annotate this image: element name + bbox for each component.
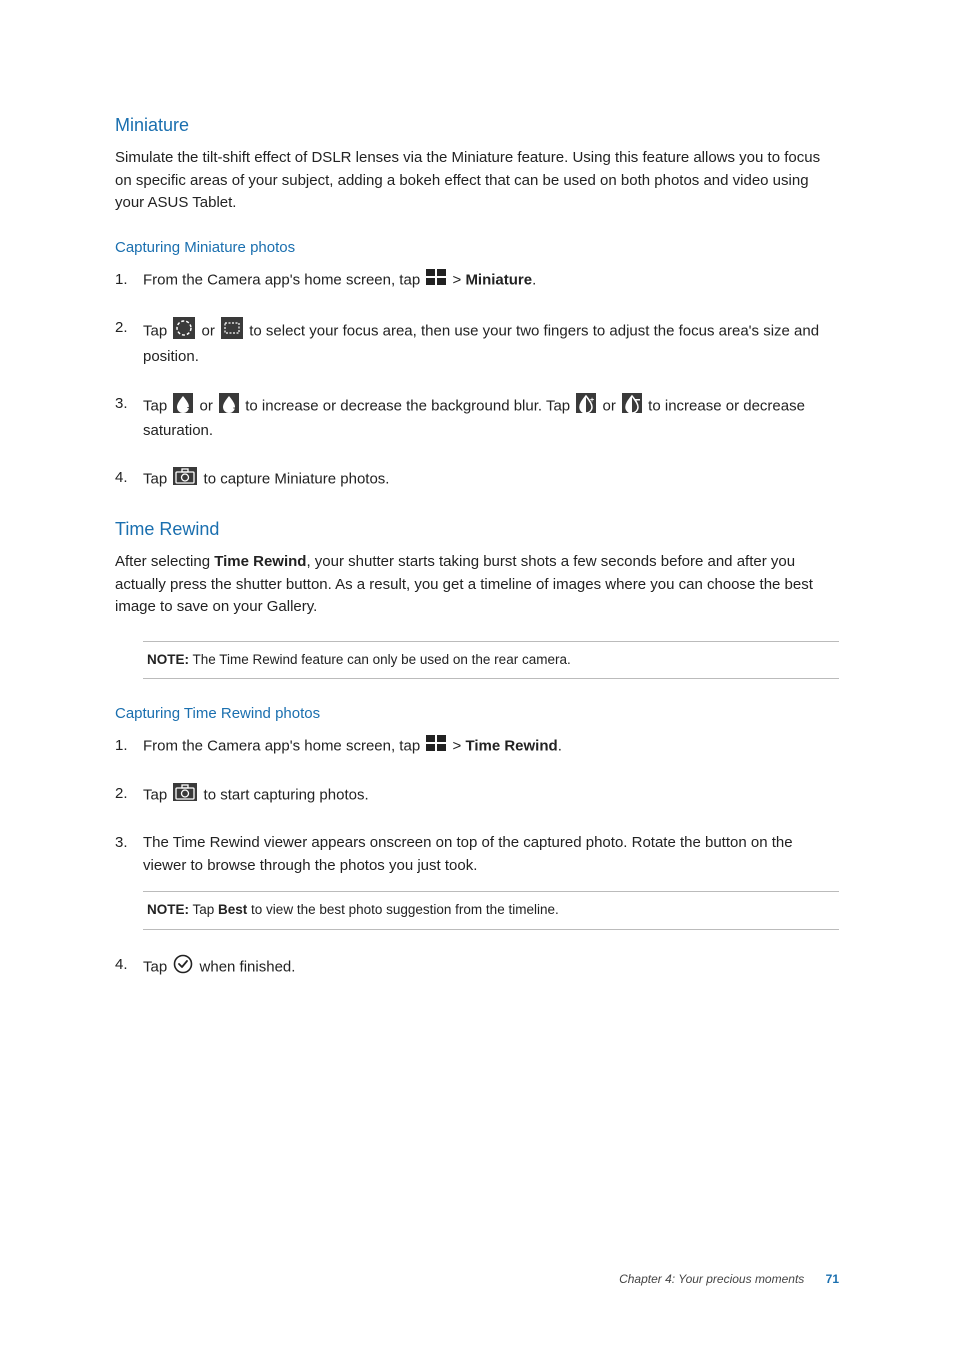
note-text: Tap bbox=[189, 902, 218, 917]
blur-increase-icon: + bbox=[173, 393, 193, 421]
text: Tap bbox=[143, 470, 171, 487]
subheading-miniature-capture: Capturing Miniature photos bbox=[115, 237, 839, 260]
page-footer: Chapter 4: Your precious moments 71 bbox=[619, 1270, 839, 1288]
miniature-step-1: From the Camera app's home screen, tap >… bbox=[115, 269, 839, 293]
text: or bbox=[197, 322, 219, 339]
camera-capture-icon bbox=[173, 783, 197, 809]
focus-circle-icon bbox=[173, 317, 195, 347]
text: or bbox=[195, 397, 217, 414]
heading-miniature: Miniature bbox=[115, 112, 839, 139]
steps-miniature: From the Camera app's home screen, tap >… bbox=[115, 269, 839, 492]
text-bold: Time Rewind bbox=[214, 553, 306, 570]
text: or bbox=[598, 397, 620, 414]
text: Tap bbox=[143, 322, 171, 339]
footer-chapter: Chapter 4: Your precious moments bbox=[619, 1272, 804, 1286]
note-label: NOTE: bbox=[147, 652, 189, 667]
note-rear-camera: NOTE: The Time Rewind feature can only b… bbox=[143, 641, 839, 679]
text: > bbox=[448, 738, 465, 755]
text: Tap bbox=[143, 786, 171, 803]
saturation-increase-icon: + bbox=[576, 393, 596, 421]
svg-text:+: + bbox=[187, 403, 192, 412]
note-text: to view the best photo suggestion from t… bbox=[247, 902, 558, 917]
blur-decrease-icon: - bbox=[219, 393, 239, 421]
subheading-timerewind-capture: Capturing Time Rewind photos bbox=[115, 703, 839, 726]
done-check-icon bbox=[173, 954, 193, 982]
grid-mode-icon bbox=[426, 269, 446, 293]
steps-timerewind: From the Camera app's home screen, tap >… bbox=[115, 735, 839, 981]
text: to start capturing photos. bbox=[199, 786, 368, 803]
text-bold: Miniature bbox=[465, 272, 532, 289]
text: . bbox=[558, 738, 562, 755]
svg-text:+: + bbox=[590, 397, 594, 404]
text-bold: Time Rewind bbox=[465, 738, 557, 755]
timerewind-step-1: From the Camera app's home screen, tap >… bbox=[115, 735, 839, 759]
text: Tap bbox=[143, 958, 171, 975]
text: to select your focus area, then use your… bbox=[143, 322, 819, 365]
miniature-step-2: Tap or to select your focus area, then u… bbox=[115, 317, 839, 369]
text: From the Camera app's home screen, tap bbox=[143, 738, 424, 755]
miniature-step-3: Tap + or - to increase or decrease the b… bbox=[115, 393, 839, 443]
text: The Time Rewind viewer appears onscreen … bbox=[143, 834, 793, 874]
timerewind-step-4: Tap when finished. bbox=[115, 954, 839, 982]
grid-mode-icon bbox=[426, 735, 446, 759]
text-bold: Best bbox=[218, 902, 247, 917]
timerewind-step-3: The Time Rewind viewer appears onscreen … bbox=[115, 832, 839, 929]
text: . bbox=[532, 272, 536, 289]
miniature-step-4: Tap to capture Miniature photos. bbox=[115, 467, 839, 493]
heading-timerewind: Time Rewind bbox=[115, 516, 839, 543]
timerewind-step-2: Tap to start capturing photos. bbox=[115, 783, 839, 809]
note-text: The Time Rewind feature can only be used… bbox=[189, 652, 571, 667]
text: when finished. bbox=[195, 958, 295, 975]
footer-page-number: 71 bbox=[826, 1272, 839, 1286]
text: to increase or decrease the background b… bbox=[241, 397, 574, 414]
camera-capture-icon bbox=[173, 467, 197, 493]
text: Tap bbox=[143, 397, 171, 414]
section-miniature: Miniature Simulate the tilt-shift effect… bbox=[115, 112, 839, 492]
note-best: NOTE: Tap Best to view the best photo su… bbox=[143, 891, 839, 929]
desc-miniature: Simulate the tilt-shift effect of DSLR l… bbox=[115, 147, 839, 215]
focus-rect-icon bbox=[221, 317, 243, 347]
text: After selecting bbox=[115, 553, 214, 570]
saturation-decrease-icon bbox=[622, 393, 642, 421]
section-timerewind: Time Rewind After selecting Time Rewind,… bbox=[115, 516, 839, 981]
desc-timerewind: After selecting Time Rewind, your shutte… bbox=[115, 551, 839, 619]
text: From the Camera app's home screen, tap bbox=[143, 272, 424, 289]
text: > bbox=[448, 272, 465, 289]
text: to capture Miniature photos. bbox=[199, 470, 389, 487]
note-label: NOTE: bbox=[147, 902, 189, 917]
svg-text:-: - bbox=[233, 403, 236, 412]
